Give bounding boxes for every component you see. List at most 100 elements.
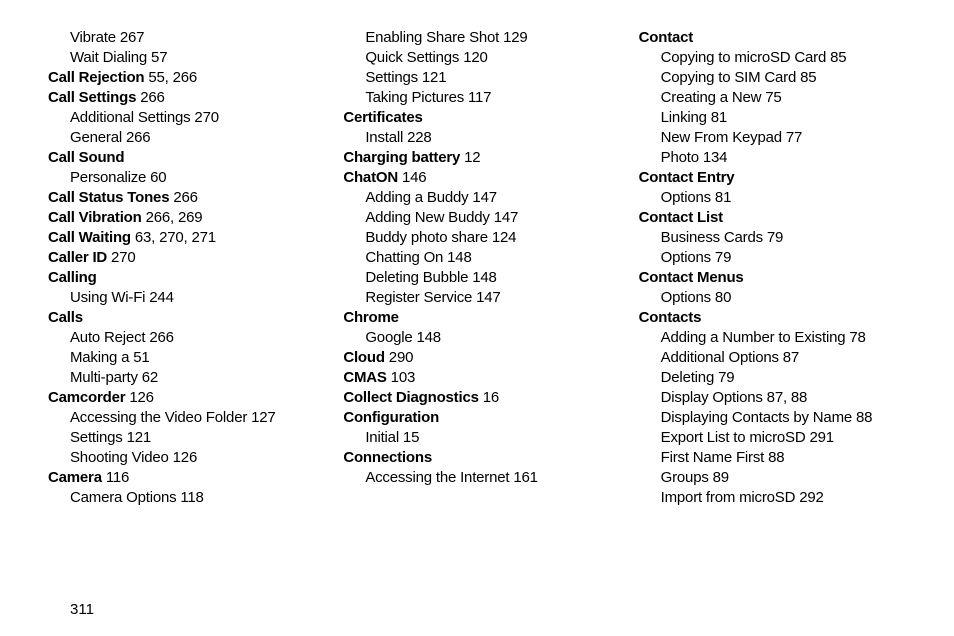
index-term[interactable]: Cloud (343, 349, 385, 366)
index-page-ref[interactable]: 147 (472, 189, 496, 206)
index-term[interactable]: Additional Options (661, 349, 779, 366)
index-page-ref[interactable]: 63, 270, 271 (135, 229, 216, 246)
index-page-ref[interactable]: 270 (111, 249, 135, 266)
index-page-ref[interactable]: 85 (830, 49, 846, 66)
index-page-ref[interactable]: 124 (492, 229, 516, 246)
index-page-ref[interactable]: 117 (468, 89, 491, 106)
index-page-ref[interactable]: 148 (447, 249, 471, 266)
index-page-ref[interactable]: 103 (391, 369, 415, 386)
index-page-ref[interactable]: 75 (765, 89, 781, 106)
index-term[interactable]: First Name First (661, 449, 764, 466)
index-term[interactable]: Options (661, 189, 711, 206)
index-page-ref[interactable]: 148 (472, 269, 496, 286)
index-page-ref[interactable]: 147 (476, 289, 500, 306)
index-page-ref[interactable]: 129 (503, 29, 527, 46)
index-term[interactable]: Contact (639, 29, 693, 46)
index-term[interactable]: Groups (661, 469, 709, 486)
index-term[interactable]: Call Vibration (48, 209, 142, 226)
index-term[interactable]: Call Sound (48, 149, 124, 166)
index-term[interactable]: Additional Settings (70, 109, 190, 126)
index-term[interactable]: Google (365, 329, 412, 346)
index-term[interactable]: Multi-party (70, 369, 138, 386)
index-term[interactable]: Camcorder (48, 389, 125, 406)
index-page-ref[interactable]: 60 (150, 169, 166, 186)
index-page-ref[interactable]: 12 (464, 149, 480, 166)
index-term[interactable]: Initial (365, 429, 399, 446)
index-page-ref[interactable]: 267 (120, 29, 144, 46)
index-term[interactable]: Creating a New (661, 89, 762, 106)
index-term[interactable]: Buddy photo share (365, 229, 488, 246)
index-term[interactable]: Options (661, 249, 711, 266)
index-term[interactable]: Vibrate (70, 29, 116, 46)
index-term[interactable]: Contact List (639, 209, 723, 226)
index-term[interactable]: Calls (48, 309, 83, 326)
index-page-ref[interactable]: 81 (715, 189, 731, 206)
index-page-ref[interactable]: 88 (856, 409, 872, 426)
index-term[interactable]: Register Service (365, 289, 472, 306)
index-term[interactable]: Calling (48, 269, 97, 286)
index-page-ref[interactable]: 120 (463, 49, 487, 66)
index-page-ref[interactable]: 78 (849, 329, 865, 346)
index-term[interactable]: CMAS (343, 369, 386, 386)
index-page-ref[interactable]: 16 (483, 389, 499, 406)
index-term[interactable]: Accessing the Internet (365, 469, 509, 486)
index-page-ref[interactable]: 118 (180, 489, 203, 506)
index-page-ref[interactable]: 161 (513, 469, 537, 486)
index-page-ref[interactable]: 266 (126, 129, 150, 146)
index-page-ref[interactable]: 126 (173, 449, 197, 466)
index-term[interactable]: Personalize (70, 169, 146, 186)
index-term[interactable]: Certificates (343, 109, 422, 126)
index-page-ref[interactable]: 88 (768, 449, 784, 466)
index-page-ref[interactable]: 148 (416, 329, 440, 346)
index-term[interactable]: General (70, 129, 122, 146)
index-page-ref[interactable]: 81 (711, 109, 727, 126)
index-term[interactable]: Camera Options (70, 489, 176, 506)
index-term[interactable]: Charging battery (343, 149, 460, 166)
index-term[interactable]: Photo (661, 149, 699, 166)
index-term[interactable]: Shooting Video (70, 449, 169, 466)
index-term[interactable]: Copying to SIM Card (661, 69, 796, 86)
index-term[interactable]: Settings (70, 429, 123, 446)
index-page-ref[interactable]: 85 (800, 69, 816, 86)
index-page-ref[interactable]: 116 (106, 469, 129, 486)
index-term[interactable]: Auto Reject (70, 329, 145, 346)
index-term[interactable]: Adding a Buddy (365, 189, 468, 206)
index-page-ref[interactable]: 79 (715, 249, 731, 266)
index-term[interactable]: Import from microSD (661, 489, 796, 506)
index-term[interactable]: Displaying Contacts by Name (661, 409, 852, 426)
index-term[interactable]: Adding New Buddy (365, 209, 489, 226)
index-term[interactable]: Configuration (343, 409, 439, 426)
index-term[interactable]: Adding a Number to Existing (661, 329, 846, 346)
index-term[interactable]: ChatON (343, 169, 398, 186)
index-term[interactable]: Quick Settings (365, 49, 459, 66)
index-term[interactable]: Deleting (661, 369, 714, 386)
index-term[interactable]: Camera (48, 469, 102, 486)
index-term[interactable]: Contact Menus (639, 269, 744, 286)
index-page-ref[interactable]: 121 (422, 69, 446, 86)
index-page-ref[interactable]: 89 (713, 469, 729, 486)
index-term[interactable]: Taking Pictures (365, 89, 464, 106)
index-term[interactable]: Copying to microSD Card (661, 49, 826, 66)
index-page-ref[interactable]: 146 (402, 169, 426, 186)
index-term[interactable]: Enabling Share Shot (365, 29, 499, 46)
index-page-ref[interactable]: 266, 269 (146, 209, 203, 226)
index-page-ref[interactable]: 228 (407, 129, 431, 146)
index-page-ref[interactable]: 126 (129, 389, 153, 406)
index-term[interactable]: Options (661, 289, 711, 306)
index-term[interactable]: Accessing the Video Folder (70, 409, 247, 426)
index-term[interactable]: Wait Dialing (70, 49, 147, 66)
index-page-ref[interactable]: 79 (718, 369, 734, 386)
index-term[interactable]: Contact Entry (639, 169, 735, 186)
index-term[interactable]: Business Cards (661, 229, 763, 246)
index-term[interactable]: Chatting On (365, 249, 443, 266)
index-term[interactable]: Contacts (639, 309, 702, 326)
index-page-ref[interactable]: 15 (403, 429, 419, 446)
index-term[interactable]: Call Rejection (48, 69, 144, 86)
index-page-ref[interactable]: 79 (767, 229, 783, 246)
index-page-ref[interactable]: 290 (389, 349, 413, 366)
index-term[interactable]: Install (365, 129, 403, 146)
index-page-ref[interactable]: 77 (786, 129, 802, 146)
index-term[interactable]: Call Waiting (48, 229, 131, 246)
index-page-ref[interactable]: 266 (173, 189, 197, 206)
index-page-ref[interactable]: 62 (142, 369, 158, 386)
